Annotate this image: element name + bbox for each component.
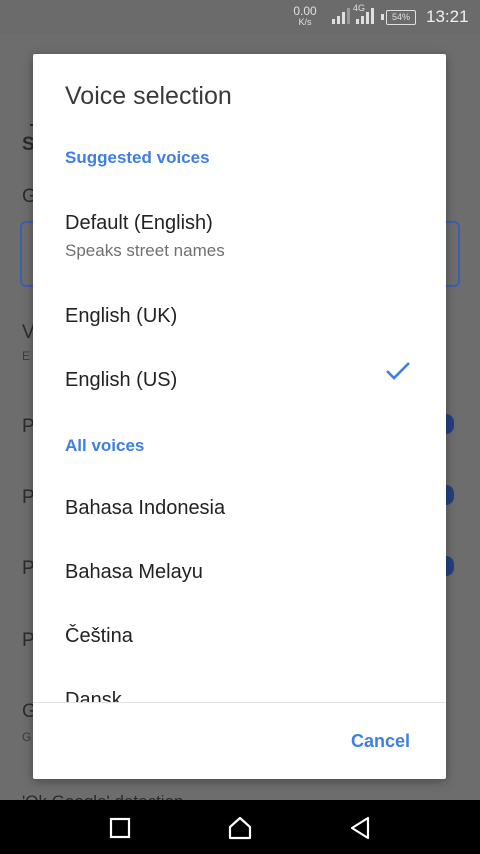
voice-option-bahasa-melayu[interactable]: Bahasa Melayu [33,540,446,604]
back-triangle-icon[interactable] [346,814,374,842]
bg-row-7-sub: G [22,730,32,744]
all-voices-header: All voices [65,436,145,455]
suggested-voices-header: Suggested voices [65,148,210,167]
checkmark-icon [386,362,410,380]
recents-square-icon[interactable] [106,814,134,842]
voice-option-cestina[interactable]: Čeština [33,604,446,668]
network-speed-value: 0.00 [293,4,317,18]
voice-option-label: Default (English) [65,212,213,234]
voice-selection-dialog: Voice selection Suggested voices Default… [33,54,446,779]
voice-option-label: English (UK) [65,305,178,327]
cancel-button[interactable]: Cancel [351,731,410,752]
voice-option-bahasa-indonesia[interactable]: Bahasa Indonesia [33,476,446,540]
dialog-title: Voice selection [65,82,232,110]
bg-row-2-sub: E [22,349,31,363]
battery-nub [381,14,384,20]
signal-strength-2-icon [356,8,374,24]
voice-option-label: Bahasa Melayu [65,561,203,583]
voice-option-english-uk[interactable]: English (UK) [33,284,446,348]
signal-strength-icon [332,8,350,24]
voice-option-dansk[interactable]: Dansk [33,668,446,702]
home-icon[interactable] [226,814,254,842]
clock: 13:21 [426,7,469,26]
voice-option-default-english[interactable]: Default (English) Speaks street names [33,194,446,274]
bg-bottom-text: 'Ok Google' detection [22,792,183,800]
status-bar: 0.00 K/s 4G 54% 13:21 [0,0,480,34]
voice-option-sublabel: Speaks street names [65,241,225,260]
voice-option-label: Dansk [65,689,122,702]
network-speed-unit: K/s [298,17,312,27]
dialog-divider [33,702,446,703]
navigation-bar [0,800,480,854]
battery-level: 54% [391,12,410,22]
voice-option-label: English (US) [65,369,178,391]
voice-option-label: Bahasa Indonesia [65,497,226,519]
voice-option-label: Čeština [65,625,133,647]
battery-icon: 54% [386,10,416,25]
voice-option-english-us[interactable]: English (US) [33,348,446,412]
network-speed: 0.00 K/s [290,4,320,28]
voice-list[interactable]: Suggested voices Default (English) Speak… [33,124,446,702]
